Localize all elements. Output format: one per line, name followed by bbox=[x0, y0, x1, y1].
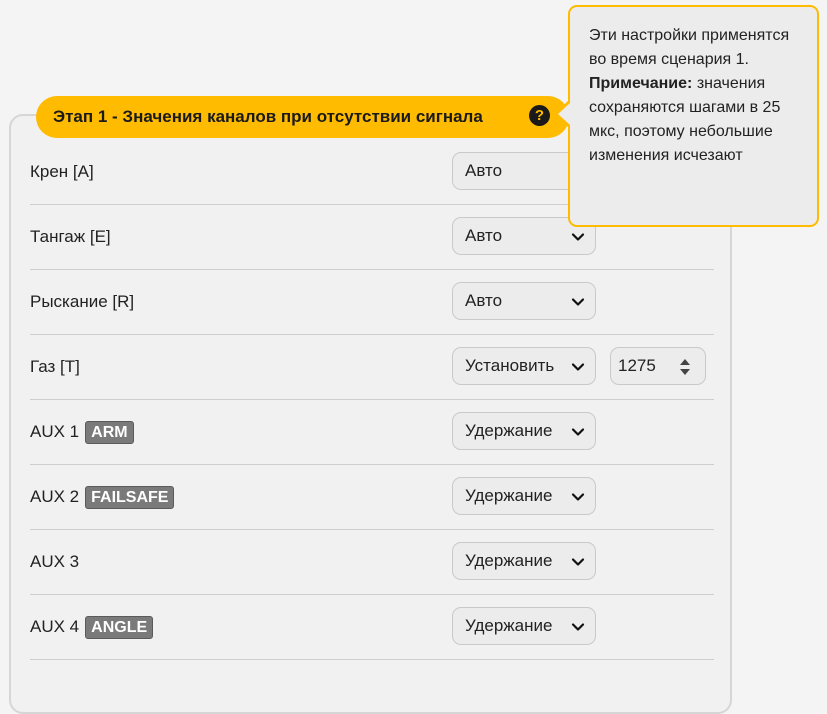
chevron-down-icon bbox=[571, 428, 585, 436]
channel-row-aux2: AUX 2 FAILSAFE Удержание bbox=[30, 465, 714, 530]
help-tooltip: Эти настройки применятся во время сценар… bbox=[568, 5, 819, 227]
channel-row-aux1: AUX 1 ARM Удержание bbox=[30, 400, 714, 465]
channel-label: AUX 3 bbox=[30, 530, 79, 594]
channel-row-throttle: Газ [T] Установить 1275 bbox=[30, 335, 714, 400]
mode-value: Удержание bbox=[465, 486, 553, 505]
chevron-down-icon bbox=[571, 363, 585, 371]
mode-select-yaw[interactable]: Авто bbox=[452, 282, 596, 320]
help-icon[interactable]: ? bbox=[529, 105, 550, 126]
chevron-down-icon bbox=[571, 298, 585, 306]
mode-value: Авто bbox=[465, 291, 503, 310]
channel-name: Рыскание [R] bbox=[30, 292, 135, 311]
mode-value: Удержание bbox=[465, 616, 553, 635]
channel-label: Крен [A] bbox=[30, 140, 94, 204]
channel-row-aux4: AUX 4 ANGLE Удержание bbox=[30, 595, 714, 660]
mode-badge: ARM bbox=[85, 420, 134, 444]
channel-name: AUX 3 bbox=[30, 552, 80, 571]
channel-label: AUX 1 ARM bbox=[30, 400, 134, 464]
mode-select-aux3[interactable]: Удержание bbox=[452, 542, 596, 580]
mode-value: Удержание bbox=[465, 421, 553, 440]
throttle-value-input[interactable]: 1275 bbox=[610, 347, 706, 385]
mode-value: Установить bbox=[465, 356, 555, 375]
channel-name: Крен [A] bbox=[30, 162, 94, 181]
tooltip-note-label: Примечание: bbox=[589, 75, 693, 92]
channel-label: Газ [T] bbox=[30, 335, 80, 399]
chevron-down-icon bbox=[571, 558, 585, 566]
mode-value: Удержание bbox=[465, 551, 553, 570]
mode-select-aux1[interactable]: Удержание bbox=[452, 412, 596, 450]
channel-row-yaw: Рыскание [R] Авто bbox=[30, 270, 714, 335]
channel-label: Тангаж [E] bbox=[30, 205, 111, 269]
mode-badge: ANGLE bbox=[85, 615, 154, 639]
channel-label: AUX 2 FAILSAFE bbox=[30, 465, 175, 529]
channel-name: Газ [T] bbox=[30, 357, 80, 376]
channel-name: Тангаж [E] bbox=[30, 227, 111, 246]
channel-row-aux3: AUX 3 Удержание bbox=[30, 530, 714, 595]
channel-label: Рыскание [R] bbox=[30, 270, 134, 334]
mode-value: Авто bbox=[465, 161, 503, 180]
mode-select-aux2[interactable]: Удержание bbox=[452, 477, 596, 515]
mode-select-aux4[interactable]: Удержание bbox=[452, 607, 596, 645]
chevron-down-icon bbox=[571, 493, 585, 501]
chevron-down-icon bbox=[571, 623, 585, 631]
throttle-value: 1275 bbox=[618, 356, 656, 375]
mode-select-throttle[interactable]: Установить bbox=[452, 347, 596, 385]
mode-badge: FAILSAFE bbox=[85, 485, 175, 509]
stage-title: Этап 1 - Значения каналов при отсутствии… bbox=[53, 107, 483, 126]
chevron-down-icon bbox=[571, 233, 585, 241]
mode-value: Авто bbox=[465, 226, 503, 245]
channel-name: AUX 2 bbox=[30, 487, 80, 506]
tooltip-arrow-inner bbox=[558, 103, 570, 125]
tooltip-text: Эти настройки применятся во время сценар… bbox=[589, 27, 790, 68]
channel-label: AUX 4 ANGLE bbox=[30, 595, 154, 659]
spinner-arrows-icon[interactable] bbox=[679, 357, 691, 377]
channel-name: AUX 1 bbox=[30, 422, 80, 441]
stage-header: Этап 1 - Значения каналов при отсутствии… bbox=[36, 96, 569, 138]
channel-name: AUX 4 bbox=[30, 617, 80, 636]
